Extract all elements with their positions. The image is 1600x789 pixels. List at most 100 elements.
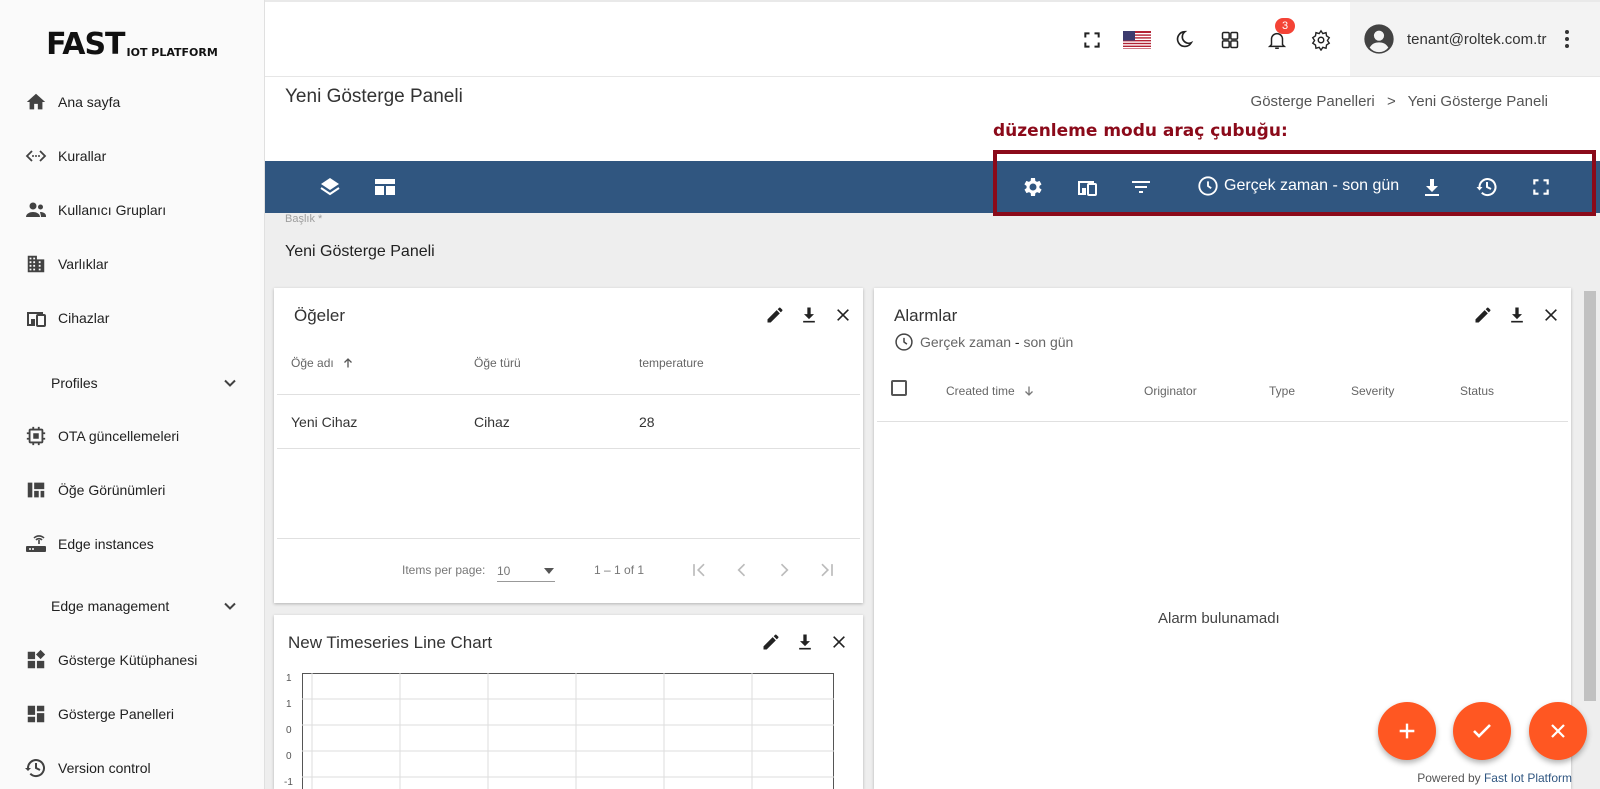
edit-pencil-icon[interactable] — [764, 304, 786, 326]
chart-plot-area[interactable]: 1 1 0 0 -1 — [274, 673, 863, 789]
history-icon[interactable] — [1475, 175, 1499, 199]
settings-gear-icon[interactable] — [1309, 28, 1333, 52]
alarms-timewindow[interactable]: Gerçek zaman - son gün — [894, 332, 1073, 352]
logo[interactable]: FAST IOT PLATFORM — [0, 0, 264, 78]
sidebar-item-home[interactable]: Ana sayfa — [0, 82, 264, 122]
dashboard-layout-icon[interactable] — [373, 175, 397, 199]
chevron-down-icon — [220, 596, 240, 619]
code-arrows-icon — [24, 144, 48, 168]
layers-icon[interactable] — [318, 175, 342, 199]
close-icon[interactable] — [832, 304, 854, 326]
dashboard-icon — [24, 702, 48, 726]
sidebar-item-version-control[interactable]: Version control — [0, 748, 264, 788]
people-icon — [24, 198, 48, 222]
column-header-label: Created time — [946, 384, 1015, 398]
timewindow-suffix: son gün — [1023, 334, 1074, 350]
sidebar-item-assets[interactable]: Varlıklar — [0, 244, 264, 284]
table-cell: 28 — [639, 414, 655, 430]
cancel-edit-button[interactable] — [1529, 702, 1587, 760]
column-header[interactable]: Type — [1269, 384, 1295, 398]
fullscreen-icon[interactable] — [1080, 28, 1104, 52]
y-tick-label: -1 — [284, 777, 293, 788]
sidebar-item-devices[interactable]: Cihazlar — [0, 298, 264, 338]
download-icon[interactable] — [1420, 175, 1444, 199]
sort-arrow-down-icon — [1023, 385, 1035, 397]
column-header[interactable]: Severity — [1351, 384, 1394, 398]
devices-icon[interactable] — [1075, 175, 1099, 199]
sidebar-item-label: OTA güncellemeleri — [58, 428, 180, 444]
column-header[interactable]: Originator — [1144, 384, 1197, 398]
us-flag-icon[interactable] — [1123, 28, 1151, 52]
powered-by-prefix: Powered by — [1417, 771, 1481, 785]
router-icon — [24, 532, 48, 556]
sidebar-item-ota-updates[interactable]: OTA güncellemeleri — [0, 416, 264, 456]
filter-icon[interactable] — [1129, 175, 1153, 199]
breadcrumb: Gösterge Panelleri > Yeni Gösterge Panel… — [1251, 93, 1548, 110]
sidebar-section-edge-management[interactable]: Edge management — [0, 586, 264, 626]
column-header[interactable]: Status — [1460, 384, 1494, 398]
sidebar-item-edge-instances[interactable]: Edge instances — [0, 524, 264, 564]
apps-grid-icon[interactable] — [1218, 28, 1242, 52]
devices-icon — [24, 306, 48, 330]
edit-mode-toolbar-annotation: düzenleme modu araç çubuğu: — [993, 121, 1288, 141]
column-header[interactable]: Öğe türü — [474, 356, 521, 370]
breadcrumb-parent-link[interactable]: Gösterge Panelleri — [1251, 93, 1375, 110]
first-page-icon[interactable] — [689, 560, 709, 580]
download-icon[interactable] — [1506, 304, 1528, 326]
download-icon[interactable] — [794, 631, 816, 653]
sidebar-item-dashboards[interactable]: Gösterge Panelleri — [0, 694, 264, 734]
download-icon[interactable] — [798, 304, 820, 326]
edit-pencil-icon[interactable] — [1472, 304, 1494, 326]
breadcrumb-current: Yeni Gösterge Paneli — [1407, 93, 1548, 110]
sidebar-item-label: Kurallar — [58, 148, 107, 164]
items-per-page-value: 10 — [497, 563, 511, 578]
settings-icon[interactable] — [1020, 175, 1044, 199]
user-menu[interactable]: tenant@roltek.com.tr — [1350, 2, 1600, 76]
fullscreen-icon[interactable] — [1529, 175, 1553, 199]
logo-sub-text: IOT PLATFORM — [126, 46, 218, 59]
column-header[interactable]: Created time — [946, 384, 1035, 398]
close-icon[interactable] — [1540, 304, 1562, 326]
sidebar-item-user-groups[interactable]: Kullanıcı Grupları — [0, 190, 264, 230]
add-widget-button[interactable] — [1378, 702, 1436, 760]
sidebar-item-widget-views[interactable]: Öğe Görünümleri — [0, 470, 264, 510]
page-title: Yeni Gösterge Paneli — [285, 86, 463, 107]
dark-mode-moon-icon[interactable] — [1171, 28, 1195, 52]
powered-by-brand-link[interactable]: Fast Iot Platform — [1484, 771, 1572, 785]
topbar: 3 tenant@roltek.com.tr — [265, 0, 1600, 77]
last-page-icon[interactable] — [817, 560, 837, 580]
table-cell: Yeni Cihaz — [291, 414, 358, 430]
sidebar-item-label: Ana sayfa — [58, 94, 121, 110]
next-page-icon[interactable] — [774, 560, 794, 580]
sidebar-item-rules[interactable]: Kurallar — [0, 136, 264, 176]
check-icon — [1470, 719, 1494, 743]
sidebar-section-profiles[interactable]: Profiles — [0, 363, 264, 403]
column-header[interactable]: Öğe adı — [291, 356, 354, 370]
divider — [877, 421, 1568, 422]
page-header: Yeni Gösterge Paneli Gösterge Panelleri … — [265, 77, 1600, 161]
divider — [277, 394, 860, 395]
y-tick-label: 0 — [286, 751, 292, 762]
timewindow-button[interactable]: Gerçek zaman - son gün — [1197, 175, 1399, 197]
select-all-checkbox[interactable] — [891, 380, 907, 396]
building-icon — [24, 252, 48, 276]
more-vert-icon[interactable] — [1564, 29, 1570, 49]
sidebar-item-label: Version control — [58, 760, 151, 776]
widget-title: New Timeseries Line Chart — [288, 633, 493, 652]
chip-icon — [24, 424, 48, 448]
previous-page-icon[interactable] — [732, 560, 752, 580]
view-quilt-icon — [24, 478, 48, 502]
sidebar-item-widget-library[interactable]: Gösterge Kütüphanesi — [0, 640, 264, 680]
edit-pencil-icon[interactable] — [760, 631, 782, 653]
timeseries-chart-widget: New Timeseries Line Chart 1 1 0 0 -1 — [274, 615, 863, 789]
sidebar-item-label: Varlıklar — [58, 256, 109, 272]
column-header[interactable]: temperature — [639, 356, 704, 370]
save-changes-button[interactable] — [1453, 702, 1511, 760]
page-scrollbar[interactable] — [1584, 291, 1596, 701]
items-per-page-select[interactable]: 10 — [497, 560, 555, 582]
title-field-input[interactable]: Yeni Gösterge Paneli — [285, 243, 435, 261]
history-icon — [24, 756, 48, 780]
title-field-label: Başlık * — [285, 213, 323, 225]
close-icon[interactable] — [828, 631, 850, 653]
sidebar-item-label: Öğe Görünümleri — [58, 482, 166, 498]
